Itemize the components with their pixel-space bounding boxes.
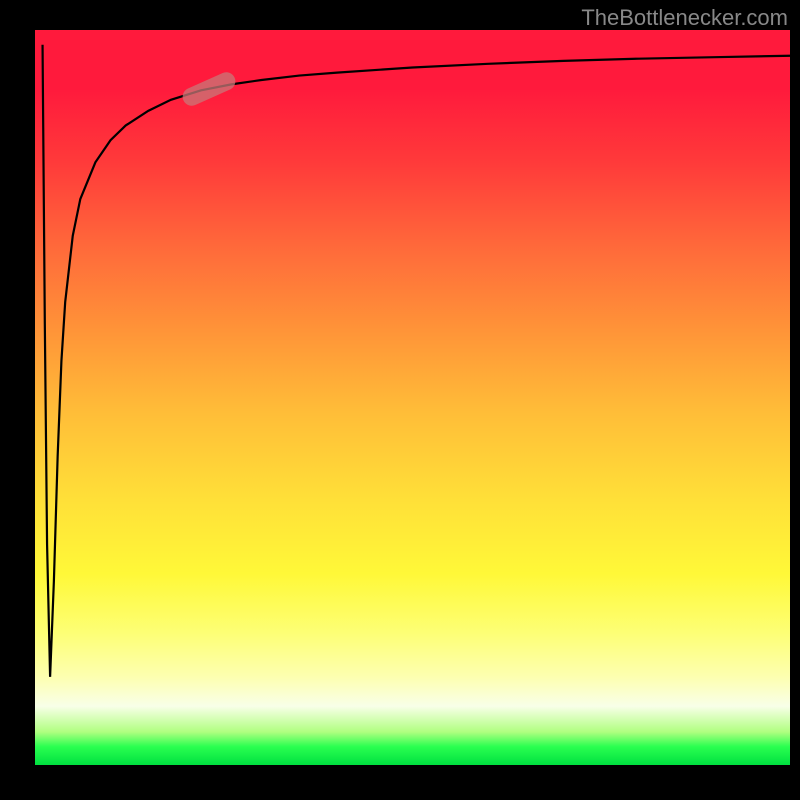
bottleneck-curve <box>43 45 790 677</box>
bottleneck-curve-svg <box>35 30 790 765</box>
axis-left-margin <box>0 0 35 800</box>
watermark-text: TheBottlenecker.com <box>581 5 788 31</box>
axis-bottom-margin <box>0 765 800 800</box>
